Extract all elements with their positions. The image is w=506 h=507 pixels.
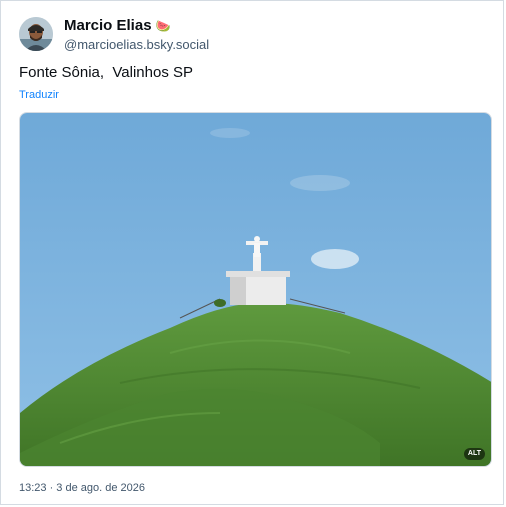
post-card[interactable]: Marcio Elias 🍉 @marcioelias.bsky.social F… [0, 0, 504, 505]
author-name-text: Marcio Elias [64, 17, 152, 34]
divider [19, 504, 492, 505]
post-text: Fonte Sônia, Valinhos SP [19, 64, 193, 81]
post-image[interactable]: ALT [19, 112, 492, 467]
author-handle[interactable]: @marcioelias.bsky.social [64, 37, 209, 52]
alt-badge[interactable]: ALT [463, 448, 485, 460]
avatar[interactable] [19, 17, 53, 51]
hill-statue-photo [20, 113, 491, 466]
watermelon-icon: 🍉 [155, 19, 171, 33]
author-name[interactable]: Marcio Elias 🍉 [64, 17, 171, 34]
timestamp[interactable]: 13:23 · 3 de ago. de 2026 [19, 482, 145, 494]
avatar-image [19, 17, 53, 51]
translate-link[interactable]: Traduzir [19, 89, 59, 101]
